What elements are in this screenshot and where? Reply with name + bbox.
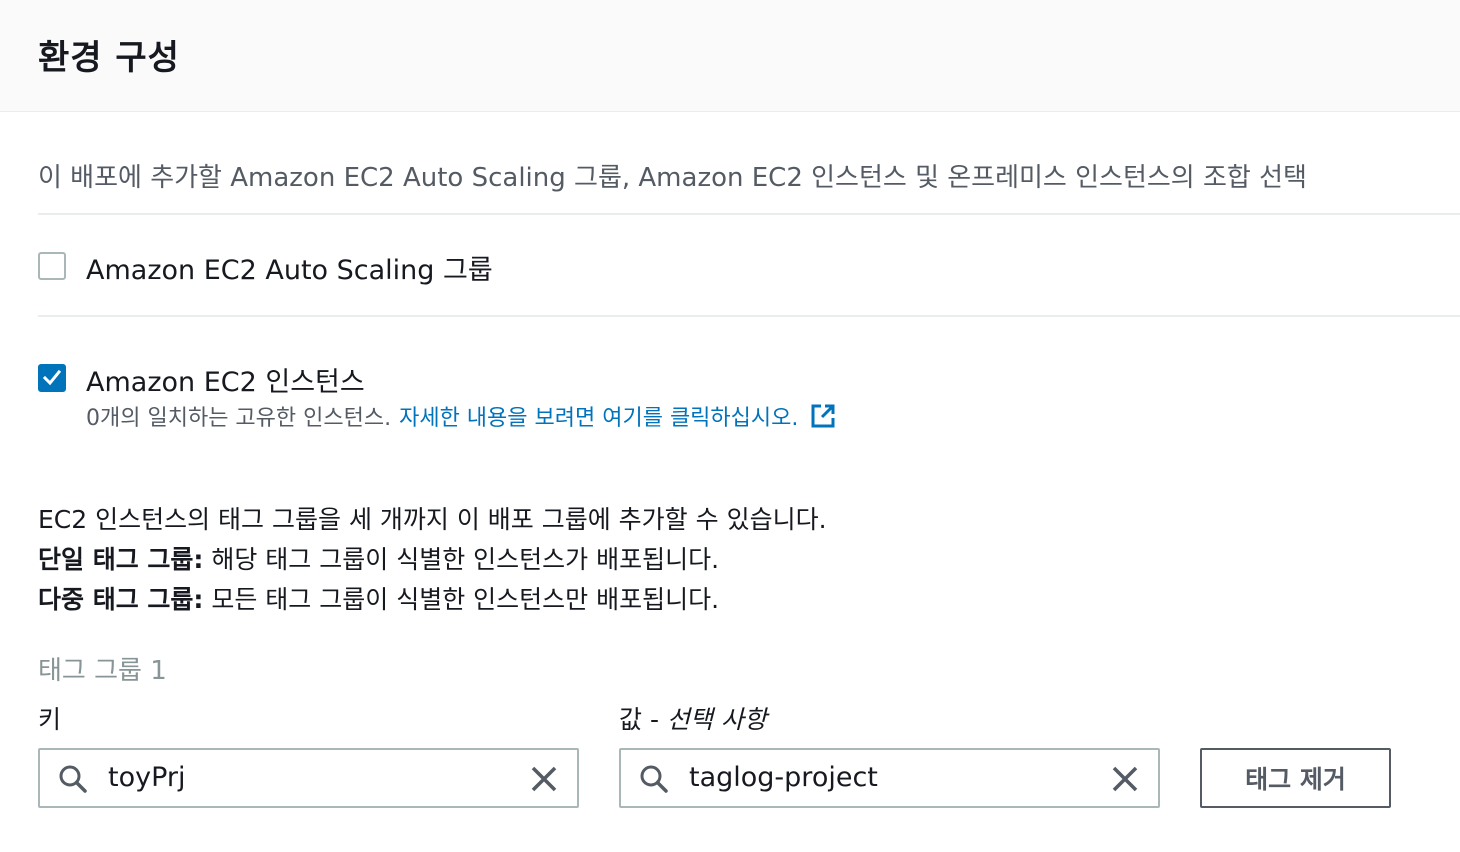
ec2-instances-checkbox[interactable]	[38, 364, 66, 392]
matching-instances-count: 0개의 일치하는 고유한 인스턴스.	[86, 406, 392, 431]
clear-icon[interactable]	[529, 764, 559, 794]
tag-group-info: EC2 인스턴스의 태그 그룹을 세 개까지 이 배포 그룹에 추가할 수 있습…	[38, 500, 827, 620]
multi-tag-group-text: 모든 태그 그룹이 식별한 인스턴스만 배포됩니다.	[203, 585, 720, 614]
key-input[interactable]	[108, 762, 508, 793]
multi-tag-group-heading: 다중 태그 그룹:	[38, 585, 204, 614]
tag-group-title: 태그 그룹 1	[38, 656, 167, 686]
divider	[38, 315, 1460, 317]
value-optional-label: 선택 사항	[666, 705, 767, 734]
auto-scaling-group-label[interactable]: Amazon EC2 Auto Scaling 그룹	[86, 248, 493, 287]
key-search-field[interactable]	[38, 748, 579, 808]
remove-tag-button[interactable]: 태그 제거	[1200, 748, 1391, 808]
key-label: 키	[38, 705, 62, 734]
value-label-text: 값 -	[619, 705, 667, 734]
single-tag-group-text: 해당 태그 그룹이 식별한 인스턴스가 배포됩니다.	[203, 545, 720, 574]
ec2-instances-label[interactable]: Amazon EC2 인스턴스	[86, 360, 365, 399]
checkmark-icon	[42, 369, 62, 386]
value-input[interactable]	[689, 762, 1089, 793]
page-header: 환경 구성	[0, 0, 1460, 112]
info-line: EC2 인스턴스의 태그 그룹을 세 개까지 이 배포 그룹에 추가할 수 있습…	[38, 505, 827, 534]
auto-scaling-group-checkbox[interactable]	[38, 252, 66, 280]
value-label: 값 - 선택 사항	[619, 700, 767, 736]
search-icon	[59, 765, 87, 793]
section-description: 이 배포에 추가할 Amazon EC2 Auto Scaling 그룹, Am…	[38, 163, 1307, 193]
search-icon	[640, 765, 668, 793]
clear-icon[interactable]	[1110, 764, 1140, 794]
info-line-single: 단일 태그 그룹: 해당 태그 그룹이 식별한 인스턴스가 배포됩니다.	[38, 540, 827, 580]
details-link[interactable]: 자세한 내용을 보려면 여기를 클릭하십시오.	[399, 400, 798, 432]
external-link-icon[interactable]	[810, 403, 836, 429]
matching-instances-info: 0개의 일치하는 고유한 인스턴스. 자세한 내용을 보려면 여기를 클릭하십시…	[86, 400, 836, 432]
divider	[38, 213, 1460, 215]
info-line-multi: 다중 태그 그룹: 모든 태그 그룹이 식별한 인스턴스만 배포됩니다.	[38, 580, 827, 620]
page-title: 환경 구성	[38, 38, 180, 78]
value-search-field[interactable]	[619, 748, 1160, 808]
single-tag-group-heading: 단일 태그 그룹:	[38, 545, 204, 574]
